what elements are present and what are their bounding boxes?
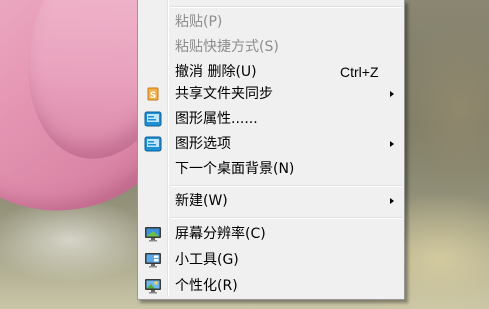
sync-share-icon: S <box>144 85 162 103</box>
menu-separator <box>170 185 402 187</box>
submenu-arrow-icon <box>390 91 394 97</box>
menu-separator <box>170 6 402 8</box>
menu-item-next-background[interactable]: 下一个桌面背景(N) <box>140 157 402 181</box>
personalize-icon <box>144 277 162 295</box>
menu-item-graphics-options[interactable]: 图形选项 <box>140 132 402 156</box>
menu-item-paste-shortcut[interactable]: 粘贴快捷方式(S) <box>140 35 402 59</box>
menu-item-label: 粘贴(P) <box>175 14 223 30</box>
gadgets-icon <box>144 251 162 269</box>
menu-item-shared-folder-sync[interactable]: S 共享文件夹同步 <box>140 82 402 106</box>
screen-resolution-icon <box>144 225 162 243</box>
menu-item-shortcut: Ctrl+Z <box>340 64 379 80</box>
svg-text:S: S <box>150 91 156 101</box>
menu-item-label: 新建(W) <box>175 193 228 209</box>
menu-item-label: 撤消 删除(U) <box>175 64 257 80</box>
desktop-context-menu: 粘贴(P) 粘贴快捷方式(S) 撤消 删除(U) Ctrl+Z S 共享文件夹同… <box>137 0 405 300</box>
menu-item-label: 个性化(R) <box>175 278 238 294</box>
menu-item-label: 下一个桌面背景(N) <box>175 161 295 177</box>
menu-item-personalize[interactable]: 个性化(R) <box>140 274 402 298</box>
menu-item-label: 屏幕分辨率(C) <box>175 226 266 242</box>
menu-item-label: 图形选项 <box>175 136 231 152</box>
graphics-options-icon <box>144 135 162 153</box>
menu-item-graphics-properties[interactable]: 图形属性...... <box>140 107 402 131</box>
menu-item-label: 粘贴快捷方式(S) <box>175 39 279 55</box>
menu-item-label: 共享文件夹同步 <box>175 86 273 102</box>
menu-item-paste[interactable]: 粘贴(P) <box>140 10 402 34</box>
menu-item-label: 小工具(G) <box>175 252 239 268</box>
menu-item-label: 图形属性...... <box>175 111 258 127</box>
menu-item-undo-delete[interactable]: 撤消 删除(U) Ctrl+Z <box>140 60 402 84</box>
menu-separator <box>170 217 402 219</box>
submenu-arrow-icon <box>390 141 394 147</box>
graphics-properties-icon <box>144 110 162 128</box>
submenu-arrow-icon <box>390 198 394 204</box>
menu-item-gadgets[interactable]: 小工具(G) <box>140 248 402 272</box>
menu-item-new[interactable]: 新建(W) <box>140 189 402 213</box>
menu-item-screen-resolution[interactable]: 屏幕分辨率(C) <box>140 222 402 246</box>
